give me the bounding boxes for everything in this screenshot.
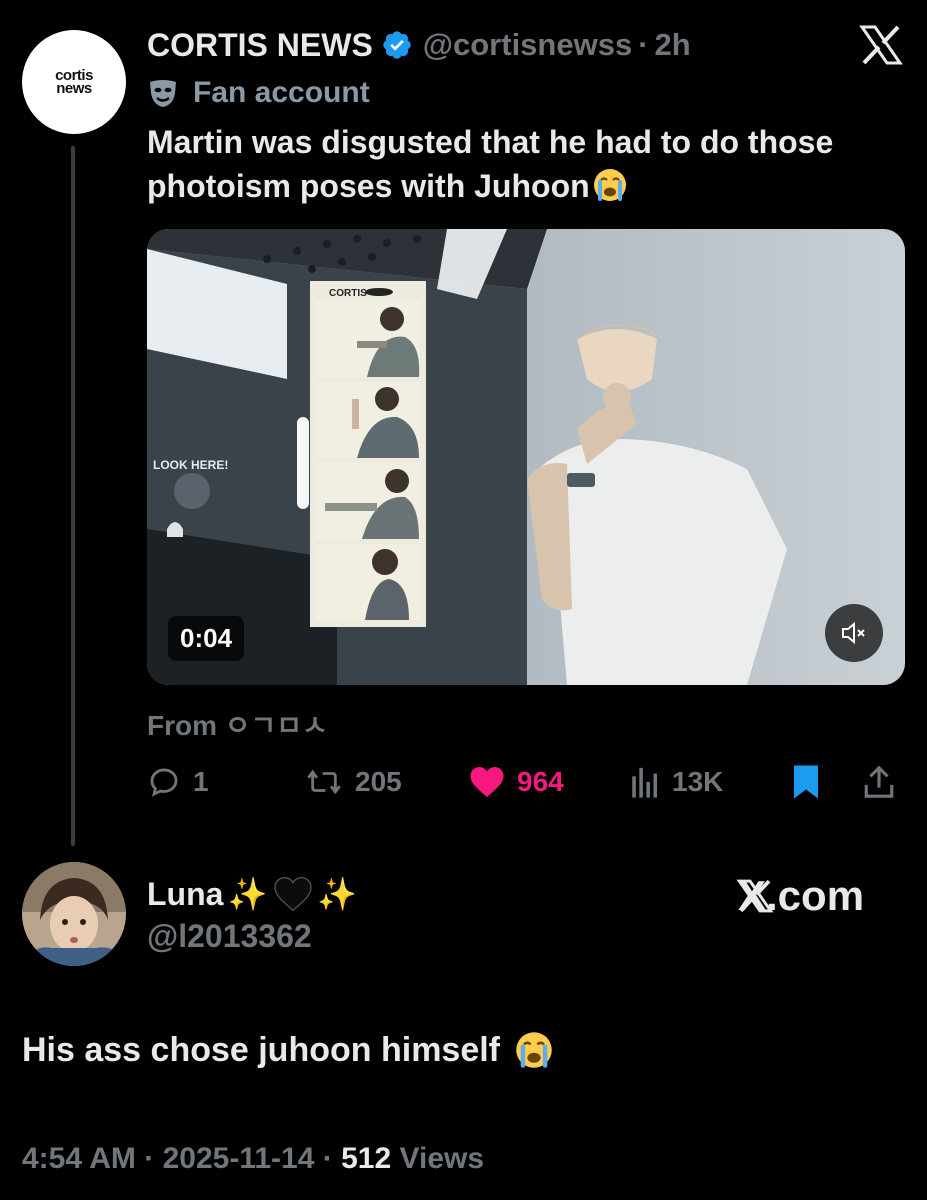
footer-separator: · xyxy=(322,1142,333,1175)
reply-date[interactable]: 2025-11-14 xyxy=(163,1142,315,1175)
reply-button[interactable]: 1 xyxy=(147,758,209,806)
footer-separator: · xyxy=(144,1142,155,1175)
reply-header: Luna ✨ ✨ xyxy=(147,872,357,916)
sparkles-emoji: ✨ xyxy=(227,875,268,913)
video-frame: LOOK HERE! CORTIS xyxy=(147,229,905,685)
reply-icon xyxy=(150,768,178,797)
reply-display-name[interactable]: Luna xyxy=(147,876,223,913)
reply-body: His ass chose juhoon himself xyxy=(22,1030,501,1069)
avatar-text-news: news xyxy=(56,80,92,97)
like-count: 964 xyxy=(517,766,564,797)
heart-icon xyxy=(470,767,504,797)
retweet-icon xyxy=(307,769,341,795)
verified-badge-icon xyxy=(383,31,411,59)
video-source[interactable]: From ㅇㄱㅁㅅ xyxy=(147,704,328,744)
views-button[interactable]: 13K xyxy=(630,758,723,806)
tweet-actions: 1 205 964 13K xyxy=(147,758,907,806)
black-heart-emoji xyxy=(274,876,312,912)
like-button[interactable]: 964 xyxy=(469,758,564,806)
reply-count: 1 xyxy=(193,766,209,797)
views-count: 13K xyxy=(672,766,724,797)
x-com-brand: X.com xyxy=(736,872,864,920)
author-display-name[interactable]: CORTIS NEWS xyxy=(147,27,373,64)
cortis-avatar[interactable]: cortis news xyxy=(22,30,126,134)
sparkles-emoji: ✨ xyxy=(317,875,358,913)
retweet-button[interactable]: 205 xyxy=(305,758,402,806)
crying-emoji xyxy=(593,169,626,201)
tweet-video[interactable]: LOOK HERE! CORTIS 0:04 xyxy=(147,229,905,685)
tweet-body: Martin was disgusted that he had to do t… xyxy=(147,124,834,204)
x-logo-icon xyxy=(859,25,903,65)
reply-handle[interactable]: @l2013362 xyxy=(147,918,312,955)
fan-account-label: Fan account xyxy=(147,74,370,112)
video-timestamp: 0:04 xyxy=(168,616,245,661)
bookmark-button[interactable] xyxy=(791,758,821,806)
reply-time[interactable]: 4:54 AM xyxy=(22,1142,136,1175)
x-com-text: X.com xyxy=(738,872,865,919)
luna-avatar-image xyxy=(22,862,126,966)
booth-sign: LOOK HERE! xyxy=(153,458,228,472)
fan-mask-icon xyxy=(150,80,176,107)
share-button[interactable] xyxy=(863,758,895,806)
tweet-time[interactable]: 2h xyxy=(655,27,691,63)
retweet-count: 205 xyxy=(355,766,402,797)
views-icon xyxy=(632,767,658,798)
mute-icon xyxy=(842,621,865,645)
bookmark-icon xyxy=(794,765,818,799)
reply-views-label: Views xyxy=(399,1142,485,1175)
tweet-header: CORTIS NEWS @cortisnewss · 2h xyxy=(147,24,691,66)
tweet-text: Martin was disgusted that he had to do t… xyxy=(147,120,867,208)
thread-line xyxy=(71,146,75,846)
reply-views-count: 512 xyxy=(341,1142,392,1175)
mute-button[interactable] xyxy=(825,604,883,662)
reply-text: His ass chose juhoon himself xyxy=(22,1030,554,1070)
separator-dot: · xyxy=(638,27,649,62)
crying-emoji xyxy=(516,1032,552,1068)
luna-avatar[interactable] xyxy=(22,862,126,966)
photo-strip-brand: CORTIS xyxy=(329,288,367,299)
fan-account-text: Fan account xyxy=(193,76,370,109)
reply-footer: 4:54 AM · 2025-11-14 · 512 Views xyxy=(22,1142,484,1176)
author-handle[interactable]: @cortisnewss xyxy=(423,27,632,63)
share-icon xyxy=(864,765,894,798)
